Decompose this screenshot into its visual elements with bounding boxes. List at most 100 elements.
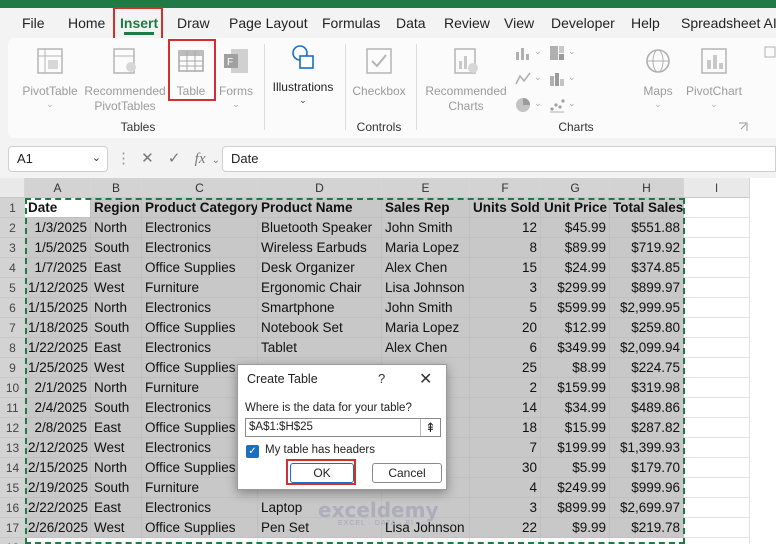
table-cell[interactable] <box>684 218 750 238</box>
table-cell[interactable]: 1/3/2025 <box>25 218 91 238</box>
line-chart-icon[interactable] <box>514 70 532 88</box>
recommended-charts-button[interactable]: Recommended Charts <box>422 46 510 114</box>
table-cell[interactable]: 4 <box>470 478 541 498</box>
formula-input[interactable]: Date <box>222 146 776 172</box>
cancel-button[interactable]: Cancel <box>372 463 442 483</box>
table-cell[interactable]: $1,399.93 <box>610 438 684 458</box>
table-cell[interactable]: 12 <box>470 218 541 238</box>
table-cell[interactable]: $15.99 <box>541 418 610 438</box>
table-cell[interactable]: 2/26/2025 <box>25 518 91 538</box>
table-cell[interactable]: $34.99 <box>541 398 610 418</box>
table-cell[interactable]: Pen Set <box>258 518 382 538</box>
column-header-e[interactable]: E <box>382 178 470 198</box>
table-cell[interactable]: $551.88 <box>610 218 684 238</box>
table-cell[interactable]: North <box>91 298 142 318</box>
dialog-launcher-icon[interactable] <box>738 122 748 132</box>
row-header[interactable]: 8 <box>0 338 25 358</box>
table-cell[interactable]: 2/15/2025 <box>25 458 91 478</box>
table-cell[interactable]: $219.78 <box>610 518 684 538</box>
table-cell[interactable]: $374.85 <box>610 258 684 278</box>
table-cell[interactable]: Lisa Johnson <box>382 278 470 298</box>
table-cell[interactable]: Electronics <box>142 238 258 258</box>
table-cell[interactable]: Maria Lopez <box>382 318 470 338</box>
table-cell[interactable] <box>684 358 750 378</box>
table-cell[interactable]: 1/18/2025 <box>25 318 91 338</box>
menu-draw[interactable]: Draw <box>177 8 210 38</box>
menu-view[interactable]: View <box>504 8 534 38</box>
scatter-chart-icon[interactable] <box>548 96 566 114</box>
fx-icon[interactable]: fx <box>195 151 206 167</box>
table-cell[interactable]: Furniture <box>142 278 258 298</box>
row-header[interactable]: 1 <box>0 198 25 218</box>
table-cell[interactable]: $24.99 <box>541 258 610 278</box>
table-cell[interactable]: $9.99 <box>541 518 610 538</box>
table-cell[interactable] <box>684 538 750 544</box>
table-cell[interactable]: Electronics <box>142 298 258 318</box>
table-cell[interactable]: Office Supplies <box>142 318 258 338</box>
checkbox-button[interactable]: Checkbox <box>349 46 409 99</box>
table-cell[interactable]: Electronics <box>142 498 258 518</box>
column-header-f[interactable]: F <box>470 178 541 198</box>
table-cell[interactable] <box>684 298 750 318</box>
table-cell[interactable]: 25 <box>470 358 541 378</box>
column-header-h[interactable]: H <box>610 178 684 198</box>
table-cell[interactable]: Office Supplies <box>142 258 258 278</box>
table-cell[interactable]: 6 <box>470 338 541 358</box>
row-header[interactable]: 18 <box>0 538 25 544</box>
table-cell[interactable]: 22 <box>470 518 541 538</box>
table-cell[interactable]: North <box>91 218 142 238</box>
table-cell[interactable]: Notebook Set <box>258 318 382 338</box>
table-cell[interactable]: $349.99 <box>541 338 610 358</box>
table-cell[interactable]: $999.96 <box>610 478 684 498</box>
header-cell[interactable]: Date <box>25 198 91 218</box>
menu-help[interactable]: Help <box>631 8 660 38</box>
table-cell[interactable]: West <box>91 438 142 458</box>
column-header-g[interactable]: G <box>541 178 610 198</box>
table-cell[interactable]: 1/5/2025 <box>25 238 91 258</box>
table-cell[interactable]: $159.99 <box>541 378 610 398</box>
header-cell[interactable]: Sales Rep <box>382 198 470 218</box>
table-cell[interactable]: $899.99 <box>541 498 610 518</box>
headers-checkbox[interactable]: ✓ <box>246 445 259 458</box>
table-cell[interactable] <box>684 458 750 478</box>
table-cell[interactable] <box>91 538 142 544</box>
table-cell[interactable]: $599.99 <box>541 298 610 318</box>
table-cell[interactable]: $249.99 <box>541 478 610 498</box>
menu-review[interactable]: Review <box>444 8 490 38</box>
table-cell[interactable] <box>684 498 750 518</box>
table-cell[interactable] <box>470 538 541 544</box>
table-cell[interactable]: South <box>91 238 142 258</box>
table-cell[interactable]: 1/22/2025 <box>25 338 91 358</box>
table-cell[interactable]: $299.99 <box>541 278 610 298</box>
table-cell[interactable]: Alex Chen <box>382 338 470 358</box>
table-cell[interactable]: Maria Lopez <box>382 238 470 258</box>
table-cell[interactable]: West <box>91 278 142 298</box>
menu-spreadsheet-ai[interactable]: Spreadsheet AI <box>681 8 776 38</box>
row-header[interactable]: 15 <box>0 478 25 498</box>
table-cell[interactable]: 1/15/2025 <box>25 298 91 318</box>
table-cell[interactable]: $259.80 <box>610 318 684 338</box>
table-cell[interactable] <box>684 258 750 278</box>
table-cell[interactable]: $179.70 <box>610 458 684 478</box>
table-cell[interactable]: North <box>91 378 142 398</box>
table-cell[interactable] <box>382 498 470 518</box>
row-header[interactable]: 10 <box>0 378 25 398</box>
table-cell[interactable] <box>684 398 750 418</box>
table-cell[interactable]: South <box>91 318 142 338</box>
table-cell[interactable]: $489.86 <box>610 398 684 418</box>
row-header[interactable]: 12 <box>0 418 25 438</box>
table-cell[interactable] <box>684 518 750 538</box>
table-cell[interactable]: 15 <box>470 258 541 278</box>
menu-formulas[interactable]: Formulas <box>322 8 380 38</box>
table-cell[interactable]: Electronics <box>142 218 258 238</box>
table-cell[interactable]: 1/12/2025 <box>25 278 91 298</box>
table-cell[interactable]: $89.99 <box>541 238 610 258</box>
enter-icon[interactable]: ✓ <box>168 150 181 167</box>
table-cell[interactable]: 1/7/2025 <box>25 258 91 278</box>
select-all-corner[interactable] <box>0 178 25 198</box>
table-cell[interactable]: West <box>91 518 142 538</box>
table-cell[interactable] <box>610 538 684 544</box>
table-cell[interactable] <box>684 418 750 438</box>
table-cell[interactable]: $199.99 <box>541 438 610 458</box>
table-cell[interactable]: $319.98 <box>610 378 684 398</box>
